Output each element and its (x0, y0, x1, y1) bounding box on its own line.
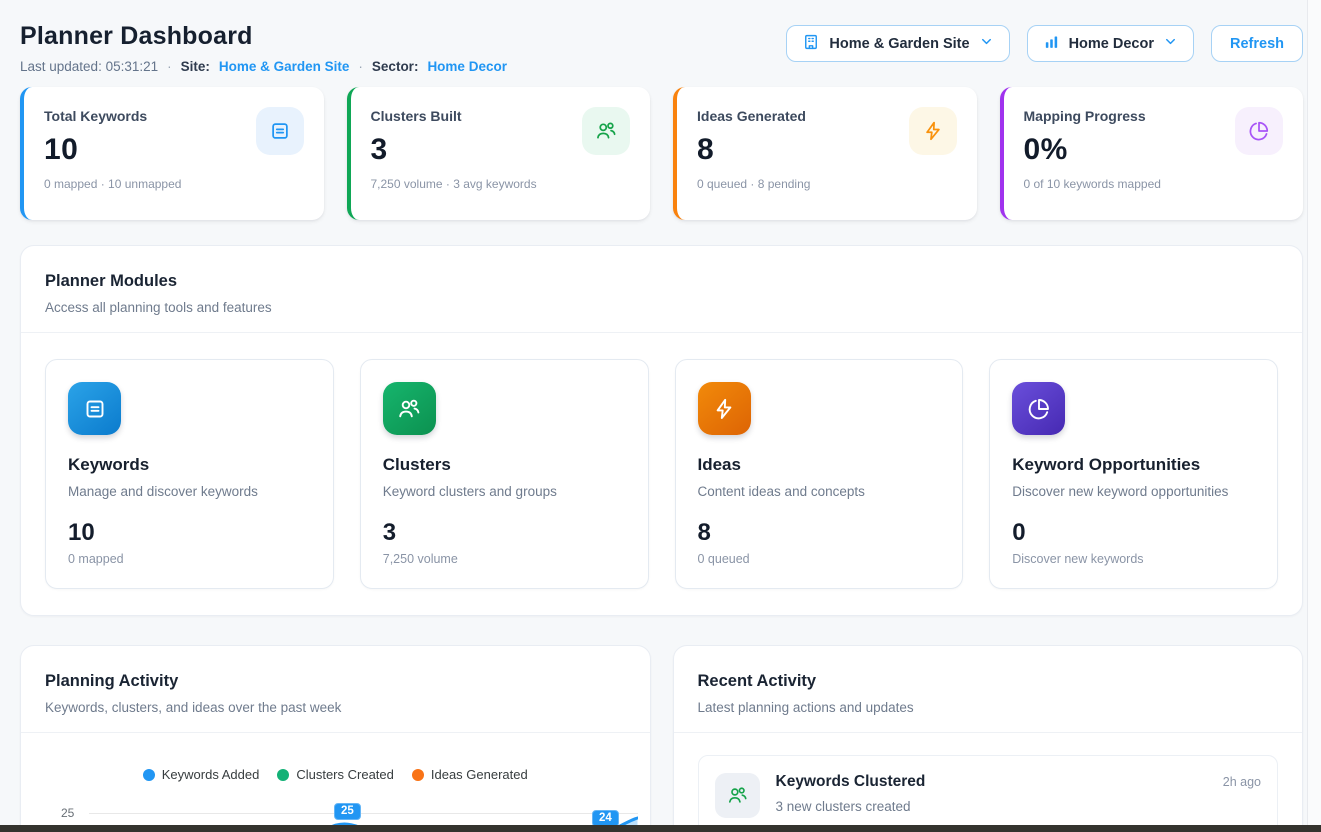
document-icon (256, 107, 304, 155)
refresh-button[interactable]: Refresh (1211, 25, 1303, 62)
pie-chart-icon (1012, 382, 1065, 435)
planner-dashboard-page: Planner Dashboard Last updated: 05:31:21… (0, 0, 1321, 832)
module-value: 3 (383, 519, 626, 547)
sector-selector-dropdown[interactable]: Home Decor (1027, 25, 1194, 62)
users-icon (383, 382, 436, 435)
module-description: Keyword clusters and groups (383, 484, 626, 499)
recent-activity-header: Recent Activity Latest planning actions … (674, 646, 1303, 715)
sector-label: Sector: (372, 59, 419, 74)
document-icon (68, 382, 121, 435)
header-meta: Last updated: 05:31:21 · Site: Home & Ga… (20, 59, 507, 74)
header-actions: Home & Garden Site Home Decor Refresh (786, 25, 1303, 62)
stat-card-mapping-progress[interactable]: Mapping Progress 0% 0 of 10 keywords map… (1000, 87, 1304, 220)
pie-chart-icon (1235, 107, 1283, 155)
module-card-ideas[interactable]: Ideas Content ideas and concepts 8 0 que… (675, 359, 964, 589)
legend-item-clusters-created[interactable]: Clusters Created (277, 767, 394, 782)
sector-selector-value: Home Decor (1069, 36, 1154, 52)
section-subtitle: Access all planning tools and features (45, 300, 1278, 315)
bottom-row: Planning Activity Keywords, clusters, an… (20, 645, 1303, 832)
site-link[interactable]: Home & Garden Site (219, 59, 350, 74)
site-selector-value: Home & Garden Site (829, 36, 969, 52)
bottom-edge-bar (0, 825, 1321, 832)
legend-item-ideas-generated[interactable]: Ideas Generated (412, 767, 528, 782)
module-sub: 0 queued (698, 552, 941, 566)
y-axis-tick: 25 (61, 806, 74, 820)
module-sub: Discover new keywords (1012, 552, 1255, 566)
module-value: 10 (68, 519, 311, 547)
page-title: Planner Dashboard (20, 22, 507, 51)
legend-dot-blue (143, 769, 155, 781)
activity-item-keywords-clustered[interactable]: Keywords Clustered 2h ago 3 new clusters… (698, 755, 1279, 832)
planner-modules-header: Planner Modules Access all planning tool… (21, 246, 1302, 315)
module-value: 0 (1012, 519, 1255, 547)
meta-separator: · (167, 59, 172, 74)
chevron-down-icon (979, 34, 994, 53)
stat-sub: 7,250 volume · 3 avg keywords (371, 177, 631, 191)
last-updated-text: Last updated: 05:31:21 (20, 59, 158, 74)
module-card-keyword-opportunities[interactable]: Keyword Opportunities Discover new keywo… (989, 359, 1278, 589)
activity-description: 3 new clusters created (776, 799, 1262, 814)
module-title: Keywords (68, 455, 311, 475)
meta-separator: · (358, 59, 363, 74)
section-subtitle: Keywords, clusters, and ideas over the p… (45, 700, 626, 715)
module-card-clusters[interactable]: Clusters Keyword clusters and groups 3 7… (360, 359, 649, 589)
legend-label: Keywords Added (162, 767, 260, 782)
stat-sub: 0 mapped · 10 unmapped (44, 177, 304, 191)
stat-card-clusters-built[interactable]: Clusters Built 3 7,250 volume · 3 avg ke… (347, 87, 651, 220)
chevron-down-icon (1163, 34, 1178, 53)
stat-cards-row: Total Keywords 10 0 mapped · 10 unmapped… (20, 87, 1303, 220)
building-icon (802, 33, 820, 55)
data-point-label: 25 (334, 803, 361, 820)
divider (674, 732, 1303, 733)
site-selector-dropdown[interactable]: Home & Garden Site (786, 25, 1009, 62)
recent-activity-panel: Recent Activity Latest planning actions … (673, 645, 1304, 832)
stat-sub: 0 queued · 8 pending (697, 177, 957, 191)
module-description: Content ideas and concepts (698, 484, 941, 499)
stat-card-total-keywords[interactable]: Total Keywords 10 0 mapped · 10 unmapped (20, 87, 324, 220)
module-title: Ideas (698, 455, 941, 475)
legend-label: Clusters Created (296, 767, 394, 782)
stat-sub: 0 of 10 keywords mapped (1024, 177, 1284, 191)
chart-legend: Keywords Added Clusters Created Ideas Ge… (21, 767, 650, 782)
stat-card-ideas-generated[interactable]: Ideas Generated 8 0 queued · 8 pending (673, 87, 977, 220)
planning-activity-header: Planning Activity Keywords, clusters, an… (21, 646, 650, 715)
legend-item-keywords-added[interactable]: Keywords Added (143, 767, 260, 782)
lightning-icon (909, 107, 957, 155)
activity-item-body: Keywords Clustered 2h ago 3 new clusters… (776, 773, 1262, 814)
section-title: Planning Activity (45, 672, 626, 691)
module-title: Clusters (383, 455, 626, 475)
module-sub: 7,250 volume (383, 552, 626, 566)
legend-label: Ideas Generated (431, 767, 528, 782)
legend-dot-green (277, 769, 289, 781)
lightning-icon (698, 382, 751, 435)
site-label: Site: (181, 59, 210, 74)
section-subtitle: Latest planning actions and updates (698, 700, 1279, 715)
module-card-keywords[interactable]: Keywords Manage and discover keywords 10… (45, 359, 334, 589)
module-sub: 0 mapped (68, 552, 311, 566)
modules-grid: Keywords Manage and discover keywords 10… (21, 333, 1302, 615)
page-scrollbar[interactable] (1307, 0, 1321, 832)
planner-modules-panel: Planner Modules Access all planning tool… (20, 245, 1303, 616)
module-value: 8 (698, 519, 941, 547)
divider (21, 732, 650, 733)
section-title: Recent Activity (698, 672, 1279, 691)
page-header: Planner Dashboard Last updated: 05:31:21… (20, 22, 1303, 74)
module-description: Discover new keyword opportunities (1012, 484, 1255, 499)
activity-title: Keywords Clustered (776, 773, 926, 791)
users-icon (582, 107, 630, 155)
module-description: Manage and discover keywords (68, 484, 311, 499)
module-title: Keyword Opportunities (1012, 455, 1255, 475)
sector-link[interactable]: Home Decor (427, 59, 507, 74)
header-left: Planner Dashboard Last updated: 05:31:21… (20, 22, 507, 74)
section-title: Planner Modules (45, 272, 1278, 291)
users-icon (715, 773, 760, 818)
legend-dot-orange (412, 769, 424, 781)
activity-timestamp: 2h ago (1223, 775, 1261, 789)
planning-activity-panel: Planning Activity Keywords, clusters, an… (20, 645, 651, 832)
bar-chart-icon (1043, 33, 1060, 54)
